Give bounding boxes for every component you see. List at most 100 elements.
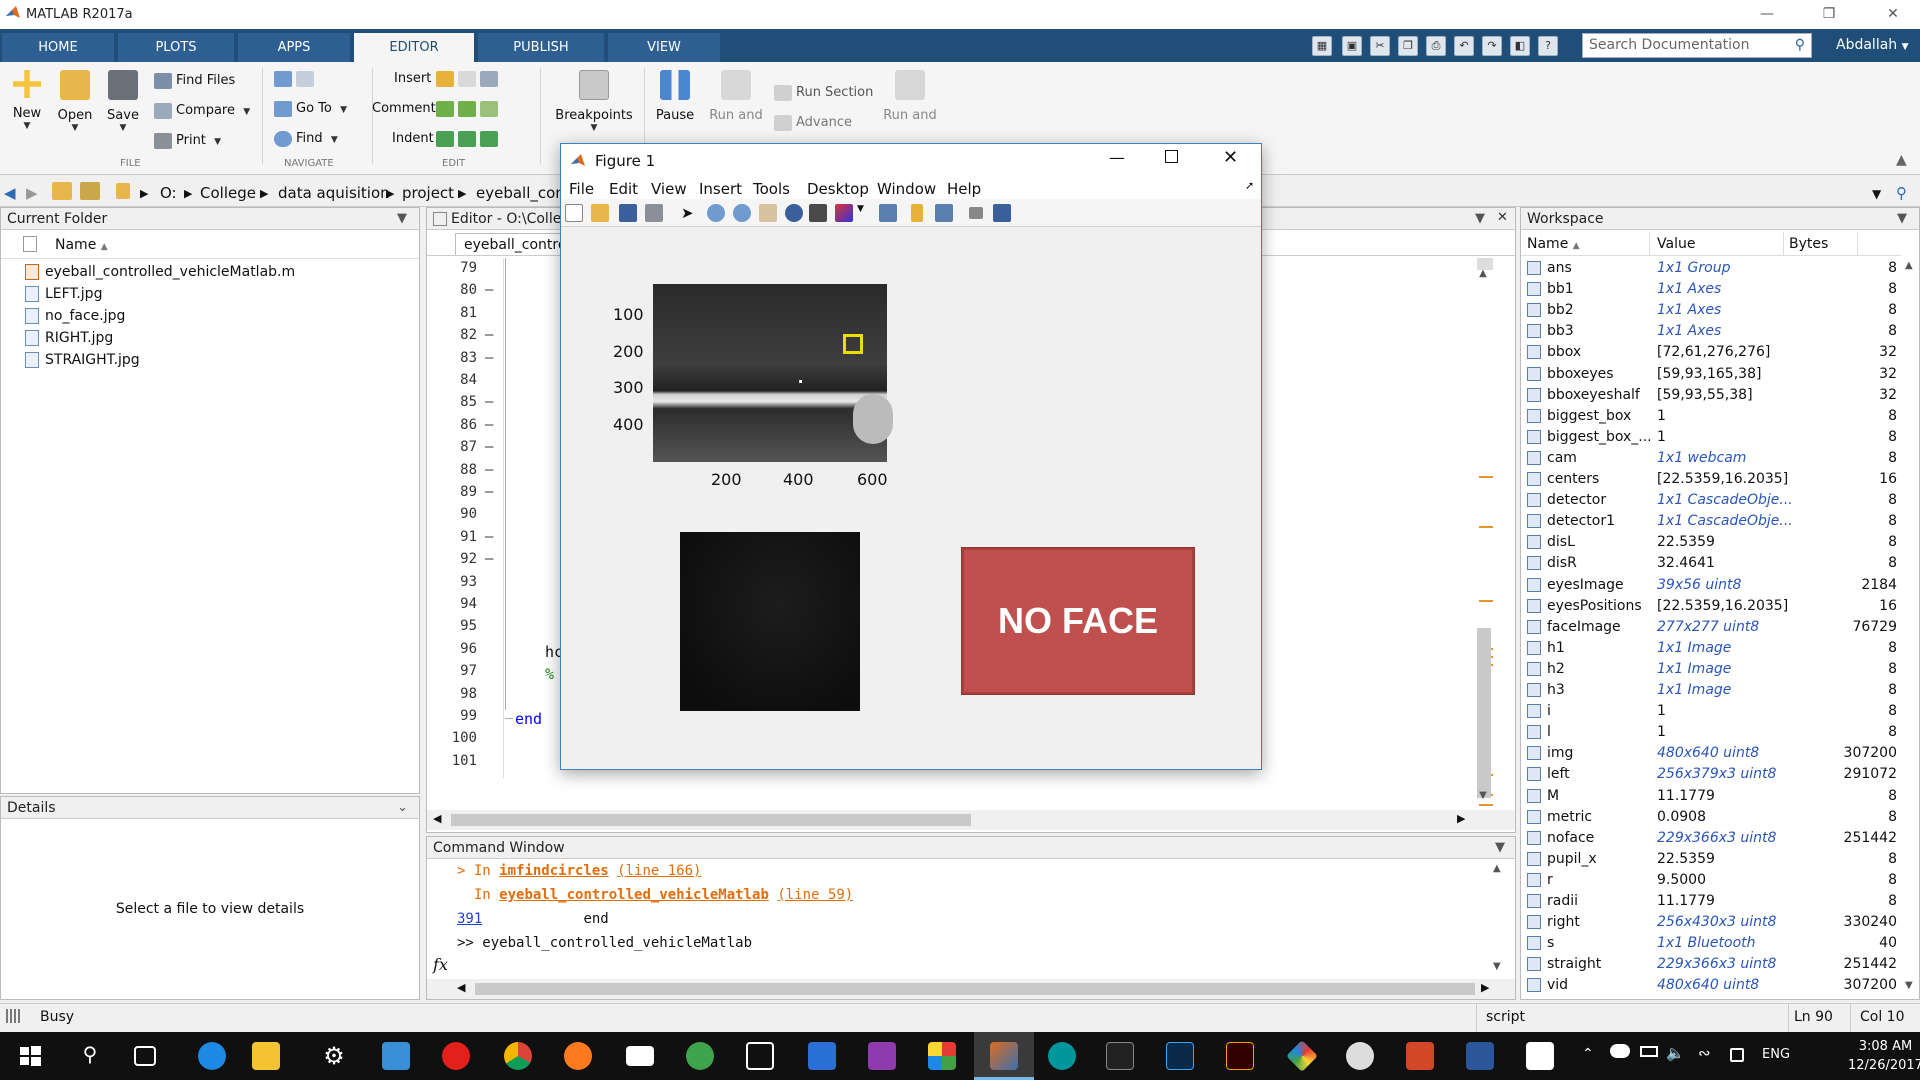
show-plot-tools-icon[interactable] [993,204,1011,222]
line-number[interactable]: 95 [441,618,477,634]
task-view-icon[interactable] [134,1046,156,1066]
workspace-row[interactable]: eyesPositions [22.5359,16.2035] 16 [1521,596,1901,617]
legend-icon[interactable] [935,204,953,222]
new-figure-icon[interactable] [565,204,583,222]
comment-tools[interactable] [436,98,502,120]
run-and-advance-button[interactable]: Run and Advance [706,70,766,124]
find-button[interactable]: Find ▼ [274,128,338,150]
brush-dropdown-icon[interactable]: ▼ [857,204,875,222]
back-icon[interactable]: ◀ [4,184,16,202]
file-explorer-icon[interactable] [252,1042,280,1070]
save-icon[interactable]: ▣ [1342,36,1362,56]
workspace-row[interactable]: noface 229x366x3 uint8 251442 [1521,828,1901,849]
edge-browser-icon[interactable] [198,1042,226,1070]
go-to-button[interactable]: Go To ▼ [274,98,347,120]
workspace-row[interactable]: straight 229x366x3 uint8 251442 [1521,954,1901,975]
indent-tools[interactable] [436,128,502,150]
volume-icon[interactable]: 🔈 [1666,1044,1685,1062]
list-item[interactable]: no_face.jpg [25,306,125,326]
tab-plots[interactable]: PLOTS [118,33,234,62]
app-window-icon[interactable] [382,1042,410,1070]
workspace-row[interactable]: pupil_x 22.5359 8 [1521,849,1901,870]
line-number[interactable]: 97 [441,663,477,679]
line-number[interactable]: 82 [441,327,477,343]
workspace-row[interactable]: l 1 8 [1521,722,1901,743]
line-number[interactable]: 93 [441,574,477,590]
line-number[interactable]: 79 [441,260,477,276]
paste-icon[interactable]: ⎙ [1426,36,1446,56]
workspace-row[interactable]: cam 1x1 webcam 8 [1521,448,1901,469]
name-column-header[interactable]: Name ▲ [1527,236,1580,252]
workspace-menu-icon[interactable]: ▼ [1897,211,1907,226]
browse-folder-icon[interactable] [80,182,100,200]
workspace-row[interactable]: faceImage 277x277 uint8 76729 [1521,617,1901,638]
show-hidden-icons[interactable]: ⌃ [1582,1046,1594,1062]
line-number[interactable]: 100 [441,730,477,746]
photoshop-alt-icon[interactable] [868,1042,896,1070]
function-link[interactable]: eyeball_controlled_vehicleMatlab [499,887,769,903]
command-window-vertical-scrollbar[interactable] [1497,877,1507,957]
list-item[interactable]: LEFT.jpg [25,284,102,304]
utorrent-icon[interactable] [686,1042,714,1070]
pointer-icon[interactable]: ➤ [681,204,699,222]
tab-apps[interactable]: APPS [238,33,350,62]
workspace-row[interactable]: disR 32.4641 8 [1521,553,1901,574]
function-link[interactable]: imfindcircles [499,863,609,879]
warning-marker[interactable] [1479,526,1493,528]
cortana-search-icon[interactable]: ⚲ [76,1042,104,1070]
workspace-row[interactable]: i 1 8 [1521,701,1901,722]
line-link[interactable]: (line 59) [777,887,853,903]
workspace-row[interactable]: left 256x379x3 uint8 291072 [1521,764,1901,785]
start-windows-icon[interactable] [16,1042,44,1070]
run-section-button[interactable]: Run Section [774,82,873,104]
line-number[interactable]: 85 [441,394,477,410]
workspace-row[interactable]: metric 0.0908 8 [1521,807,1901,828]
workspace-row[interactable]: h2 1x1 Image 8 [1521,659,1901,680]
comment-button[interactable]: Comment [372,98,436,120]
zoom-in-icon[interactable] [707,204,725,222]
menu-file[interactable]: File [569,180,594,198]
calculator-app-icon[interactable] [746,1042,774,1070]
value-column-header[interactable]: Value [1657,236,1695,252]
print-button[interactable]: Print ▼ [154,130,221,152]
line-number[interactable]: 98 [441,686,477,702]
editor-vertical-scrollbar[interactable] [1477,628,1491,798]
address-dropdown-icon[interactable]: ▼ [1872,187,1881,201]
workspace-row[interactable]: vid 480x640 uint8 307200 [1521,975,1901,996]
menu-tools[interactable]: Tools [753,180,790,198]
workspace-row[interactable]: right 256x430x3 uint8 330240 [1521,912,1901,933]
scroll-thumb[interactable] [475,983,1475,995]
line-number[interactable]: 91 [441,529,477,545]
details-collapse-icon[interactable]: ⌄ [397,800,408,815]
save-figure-icon[interactable] [619,204,637,222]
line-number[interactable]: 101 [441,753,477,769]
workspace-row[interactable]: disL 22.5359 8 [1521,532,1901,553]
workspace-row[interactable]: r 9.5000 8 [1521,870,1901,891]
scroll-down-icon[interactable]: ▼ [1475,790,1491,806]
breadcrumb-eyeball[interactable]: eyeball_cont [476,184,571,202]
breakpoint-dash[interactable]: – [485,327,493,343]
run-and-time-button[interactable]: Run and Time [880,70,940,124]
line-number[interactable]: 96 [441,641,477,657]
forward-icon[interactable]: ▶ [26,184,38,202]
tab-home[interactable]: HOME [2,33,114,62]
breadcrumb-project[interactable]: project [402,184,454,202]
colorbar-icon[interactable] [911,204,923,222]
line-number[interactable]: 84 [441,372,477,388]
search-icon[interactable]: ⚲ [1795,37,1805,53]
face-image-axes[interactable] [680,532,860,711]
scroll-up-icon[interactable]: ▲ [1493,863,1501,874]
data-cursor-icon[interactable] [809,204,827,222]
user-menu[interactable]: Abdallah ▼ [1836,37,1909,53]
line-number[interactable]: 86 [441,417,477,433]
breakpoint-dash[interactable]: – [485,484,493,500]
back-forward-buttons[interactable] [274,68,318,90]
tab-publish[interactable]: PUBLISH [478,33,604,62]
workspace-row[interactable]: bb1 1x1 Axes 8 [1521,279,1901,300]
code-line-96[interactable]: % [545,665,554,683]
workspace-row[interactable]: biggest_box_... 1 8 [1521,427,1901,448]
tab-view[interactable]: VIEW [608,33,720,62]
hide-plot-tools-icon[interactable] [969,207,983,219]
pan-hand-icon[interactable] [759,204,777,222]
search-documentation-input[interactable]: Search Documentation ⚲ [1582,33,1812,58]
